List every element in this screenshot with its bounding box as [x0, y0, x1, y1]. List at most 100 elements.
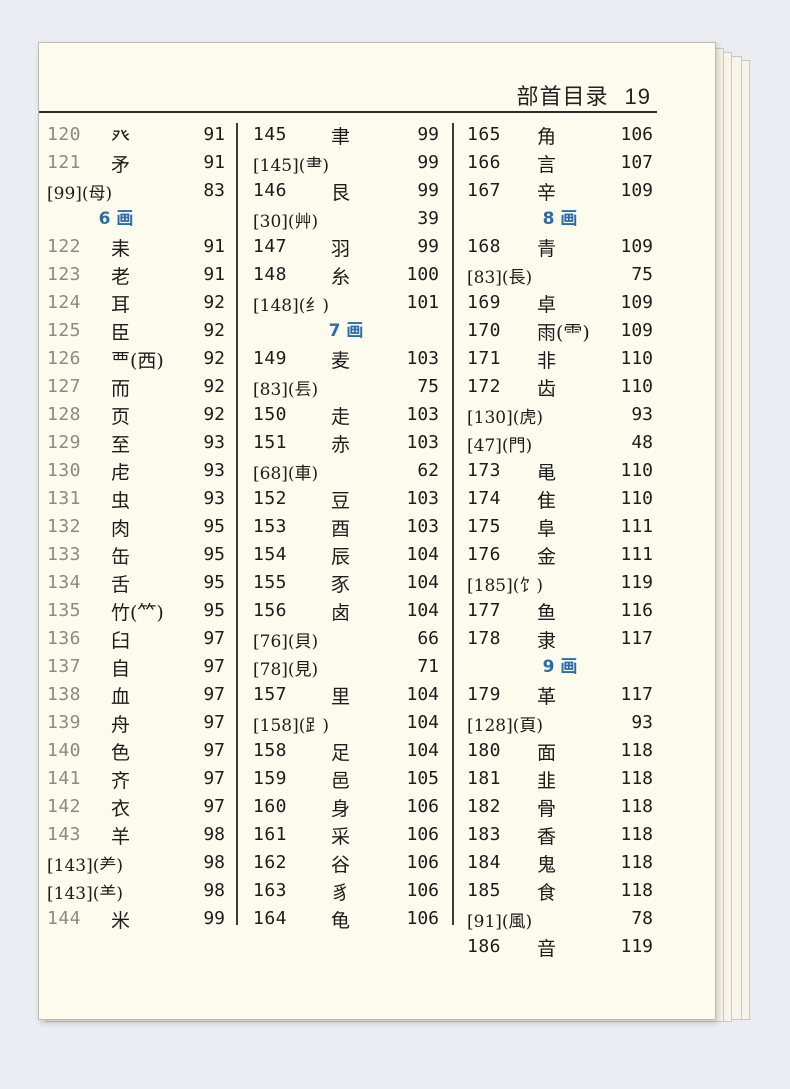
radical-number: 126 — [47, 348, 82, 369]
radical-entry: 165 角 106 — [467, 121, 653, 149]
radical-entry: 137 自 97 — [47, 653, 225, 681]
variant-radical-ref: [158](⻊) — [253, 716, 329, 736]
radical-page-ref: 97 — [203, 768, 225, 789]
radical-entry: 159 邑 105 — [253, 765, 439, 793]
radical-page-ref: 83 — [203, 180, 225, 201]
radical-page-ref: 78 — [631, 908, 653, 929]
variant-radical-ref: [30](艸) — [253, 212, 319, 232]
radical-character: 青 — [537, 238, 557, 260]
radical-number: 139 — [47, 712, 82, 733]
variant-radical-ref: [68](車) — [253, 464, 319, 484]
running-header: 部首目录 19 — [39, 79, 651, 111]
radical-entry: 176 金 111 — [467, 541, 653, 569]
radical-entry: [76](貝) 66 — [253, 625, 439, 653]
radical-number: 170 — [467, 320, 502, 341]
radical-page-ref: 106 — [406, 796, 439, 817]
radical-number: 172 — [467, 376, 502, 397]
radical-page-ref: 100 — [406, 264, 439, 285]
radical-number: 137 — [47, 656, 82, 677]
radical-character: 走 — [331, 406, 351, 428]
radical-page-ref: 93 — [203, 432, 225, 453]
radical-number: 176 — [467, 544, 502, 565]
radical-entry: [143](⺶) 98 — [47, 849, 225, 877]
radical-number: 180 — [467, 740, 502, 761]
radical-entry: 156 卤 104 — [253, 597, 439, 625]
radical-page-ref: 118 — [620, 852, 653, 873]
radical-number: 159 — [253, 768, 288, 789]
radical-character: 卓 — [537, 294, 557, 316]
radical-page-ref: 103 — [406, 488, 439, 509]
radical-page-ref: 103 — [406, 516, 439, 537]
radical-character: 足 — [331, 742, 351, 764]
variant-radical-ref: [78](見) — [253, 660, 319, 680]
radical-page-ref: 97 — [203, 628, 225, 649]
radical-entry: 120 癶 91 — [47, 121, 225, 149]
radical-page-ref: 118 — [620, 824, 653, 845]
stroke-count-heading: 8 画 — [542, 209, 578, 229]
radical-page-ref: 92 — [203, 376, 225, 397]
radical-page-ref: 91 — [203, 152, 225, 173]
radical-page-ref: 104 — [406, 600, 439, 621]
radical-character: 糸 — [331, 266, 351, 288]
radical-page-ref: 103 — [406, 432, 439, 453]
radical-entry: 143 羊 98 — [47, 821, 225, 849]
radical-character: 米 — [111, 910, 131, 932]
radical-number: 148 — [253, 264, 288, 285]
radical-character: 耒 — [111, 238, 131, 260]
radical-entry: [47](門) 48 — [467, 429, 653, 457]
radical-number: 174 — [467, 488, 502, 509]
radical-page-ref: 119 — [620, 572, 653, 593]
radical-entry: [83](镸) 75 — [253, 373, 439, 401]
header-title: 部首目录 — [516, 85, 609, 110]
radical-page-ref: 99 — [417, 236, 439, 257]
radical-entry: 167 辛 109 — [467, 177, 653, 205]
radical-page-ref: 106 — [406, 908, 439, 929]
variant-radical-ref: [83](長) — [467, 268, 533, 288]
radical-entry: [91](風) 78 — [467, 905, 653, 933]
radical-entry: 146 艮 99 — [253, 177, 439, 205]
radical-page-ref: 104 — [406, 572, 439, 593]
column-divider-1 — [236, 123, 238, 925]
radical-character: 言 — [537, 154, 557, 176]
radical-page-ref: 106 — [406, 852, 439, 873]
radical-page-ref: 98 — [203, 880, 225, 901]
radical-page-ref: 106 — [406, 824, 439, 845]
radical-entry: 175 阜 111 — [467, 513, 653, 541]
radical-entry: [145](⺻) 99 — [253, 149, 439, 177]
radical-character: 豆 — [331, 490, 351, 512]
radical-entry: 183 香 118 — [467, 821, 653, 849]
radical-entry: 163 豸 106 — [253, 877, 439, 905]
radical-entry: 151 赤 103 — [253, 429, 439, 457]
radical-character: 革 — [537, 686, 557, 708]
radical-number: 167 — [467, 180, 502, 201]
radical-character: 豕 — [331, 574, 351, 596]
radical-character: 角 — [537, 126, 557, 148]
radical-page-ref: 111 — [620, 544, 653, 565]
radical-page-ref: 91 — [203, 124, 225, 145]
radical-entry: 160 身 106 — [253, 793, 439, 821]
radical-character: 老 — [111, 266, 131, 288]
radical-character: 韭 — [537, 770, 557, 792]
radical-page-ref: 98 — [203, 852, 225, 873]
radical-entry: 154 辰 104 — [253, 541, 439, 569]
radical-number: 166 — [467, 152, 502, 173]
radical-character: 覀(西) — [111, 350, 164, 372]
column-divider-2 — [452, 123, 454, 925]
radical-character: 金 — [537, 546, 557, 568]
radical-page-ref: 97 — [203, 656, 225, 677]
radical-number: 153 — [253, 516, 288, 537]
radical-character: 黾 — [537, 462, 557, 484]
radical-entry: 132 肉 95 — [47, 513, 225, 541]
radical-number: 129 — [47, 432, 82, 453]
radical-number: 156 — [253, 600, 288, 621]
radical-page-ref: 99 — [417, 152, 439, 173]
radical-page-ref: 75 — [631, 264, 653, 285]
radical-page-ref: 116 — [620, 600, 653, 621]
radical-entry: [148](纟) 101 — [253, 289, 439, 317]
radical-entry: 181 韭 118 — [467, 765, 653, 793]
radical-page-ref: 95 — [203, 600, 225, 621]
radical-character: 耳 — [111, 294, 131, 316]
radical-character: 缶 — [111, 546, 131, 568]
radical-character: 页 — [111, 406, 131, 428]
radical-number: 162 — [253, 852, 288, 873]
